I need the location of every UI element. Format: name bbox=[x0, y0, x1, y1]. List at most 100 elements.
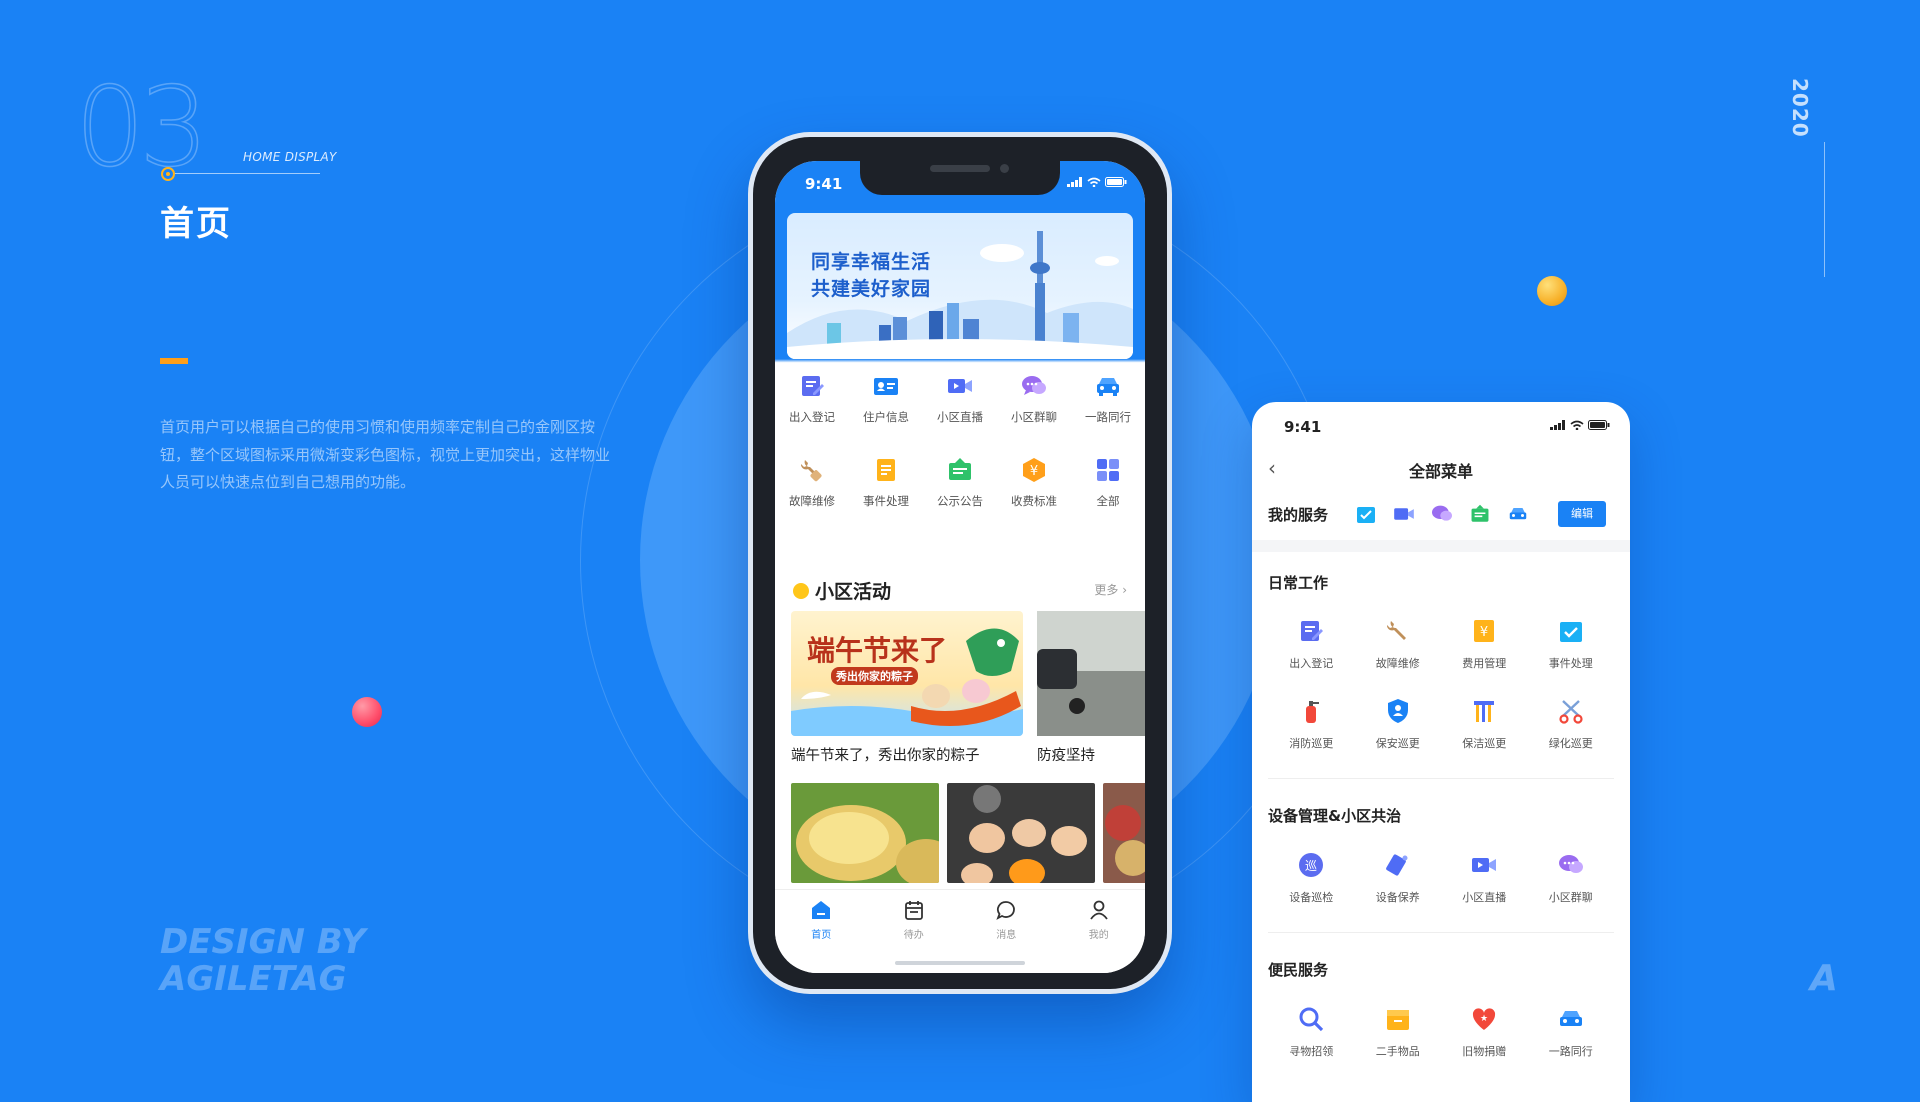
quick-label: 全部 bbox=[1096, 494, 1120, 508]
menu-item-carpool[interactable]: 一路同行 bbox=[1528, 1006, 1615, 1059]
menu-item-cleaning-patrol[interactable]: 保洁巡更 bbox=[1441, 698, 1528, 751]
card2-caption: 防疫坚持 bbox=[1037, 748, 1095, 764]
message-icon bbox=[996, 901, 1016, 920]
quick-item-notice[interactable]: 公示公告 bbox=[923, 457, 997, 509]
event-doc-icon bbox=[877, 459, 895, 481]
menu-item-group-chat[interactable]: 小区群聊 bbox=[1528, 852, 1615, 905]
tab-home[interactable]: 首页 bbox=[775, 890, 868, 973]
menu-item-fee-management[interactable]: ¥ 费用管理 bbox=[1441, 618, 1528, 671]
street-photo bbox=[1037, 611, 1145, 736]
signal-icon bbox=[1550, 420, 1565, 430]
chat-icon bbox=[1022, 376, 1046, 395]
menu-item-repair[interactable]: 故障维修 bbox=[1355, 618, 1442, 671]
menu-item-label: 绿化巡更 bbox=[1548, 737, 1593, 750]
status-icons bbox=[1067, 177, 1127, 187]
video-icon[interactable] bbox=[1390, 502, 1418, 526]
brand-letter: A bbox=[1810, 958, 1838, 999]
design-credit: DESIGN BY AGILETAG bbox=[160, 924, 365, 998]
activity-more-link[interactable]: 更多 › bbox=[1094, 581, 1127, 598]
quick-grid-row-2: 故障维修 事件处理 公示公告 ¥ 收费标准 全部 bbox=[775, 457, 1145, 509]
section-number: 03 bbox=[74, 63, 209, 191]
menu-item-label: 故障维修 bbox=[1375, 657, 1420, 670]
home-screen: 9:41 同享幸福生活 共建美好家园 出入登记 住户信息 小区直播 小区群聊 一… bbox=[775, 161, 1145, 973]
menu-item-device-inspection[interactable]: 巡 设备巡检 bbox=[1268, 852, 1355, 905]
home-banner[interactable]: 同享幸福生活 共建美好家园 bbox=[787, 213, 1133, 359]
activity-thumb-dates[interactable] bbox=[1103, 783, 1145, 883]
quick-item-all[interactable]: 全部 bbox=[1071, 457, 1145, 509]
menu-item-label: 一路同行 bbox=[1548, 1045, 1593, 1058]
section-divider bbox=[1268, 778, 1614, 779]
quick-item-resident-info[interactable]: 住户信息 bbox=[849, 373, 923, 425]
svg-text:巡: 巡 bbox=[1305, 859, 1317, 873]
activity-card-antiepidemic[interactable] bbox=[1037, 611, 1145, 736]
potatoes-photo bbox=[796, 805, 939, 883]
activity-thumb-potatoes[interactable] bbox=[791, 783, 939, 883]
tab-profile[interactable]: 我的 bbox=[1053, 890, 1146, 973]
section-underline bbox=[170, 173, 320, 174]
menu-item-greening-patrol[interactable]: 绿化巡更 bbox=[1528, 698, 1615, 751]
svg-text:★: ★ bbox=[1480, 1014, 1488, 1024]
menu-item-second-hand[interactable]: 二手物品 bbox=[1355, 1006, 1442, 1059]
wrench-icon bbox=[1386, 621, 1406, 640]
menu-item-label: 费用管理 bbox=[1462, 657, 1507, 670]
home-indicator bbox=[895, 961, 1025, 965]
checklist-icon bbox=[1559, 622, 1582, 642]
car-icon bbox=[1559, 1011, 1582, 1026]
calendar-icon bbox=[904, 901, 923, 920]
year-line bbox=[1824, 142, 1825, 277]
menu-item-label: 设备巡检 bbox=[1289, 891, 1334, 904]
cleaning-icon bbox=[1474, 701, 1495, 722]
id-card-icon bbox=[874, 378, 898, 395]
activity-title-icon bbox=[793, 583, 809, 599]
menu-item-donation[interactable]: ★ 旧物捐赠 bbox=[1441, 1006, 1528, 1059]
menu-item-lost-found[interactable]: 寻物招领 bbox=[1268, 1006, 1355, 1059]
menu-item-live[interactable]: 小区直播 bbox=[1441, 852, 1528, 905]
status-icons bbox=[1550, 420, 1610, 430]
quick-item-entry-register[interactable]: 出入登记 bbox=[775, 373, 849, 425]
card1-art-subtitle: 秀出你家的粽子 bbox=[831, 667, 918, 685]
svg-text:¥: ¥ bbox=[1030, 464, 1038, 479]
convenience-row: 寻物招领 二手物品 ★ 旧物捐赠 一路同行 bbox=[1268, 1006, 1614, 1059]
quick-item-live[interactable]: 小区直播 bbox=[923, 373, 997, 425]
chat-icon[interactable] bbox=[1428, 502, 1456, 526]
quick-item-fees[interactable]: ¥ 收费标准 bbox=[997, 457, 1071, 509]
credit-line1: DESIGN BY bbox=[160, 922, 366, 962]
menu-item-event[interactable]: 事件处理 bbox=[1528, 618, 1615, 671]
section-title-convenience: 便民服务 bbox=[1268, 961, 1329, 979]
menu-item-device-maintenance[interactable]: 设备保养 bbox=[1355, 852, 1442, 905]
page-title: 首页 bbox=[160, 204, 232, 244]
quick-item-group-chat[interactable]: 小区群聊 bbox=[997, 373, 1071, 425]
checklist-icon[interactable] bbox=[1352, 502, 1380, 526]
accent-bar bbox=[160, 358, 188, 364]
section-english-label: HOME DISPLAY bbox=[243, 150, 337, 164]
shield-user-icon bbox=[1387, 699, 1408, 723]
menu-item-label: 寻物招领 bbox=[1289, 1045, 1334, 1058]
heart-icon: ★ bbox=[1473, 1008, 1496, 1030]
edit-button[interactable]: 编辑 bbox=[1558, 501, 1606, 527]
activity-card-dragon-boat[interactable]: 端午节来了 秀出你家的粽子 bbox=[791, 611, 1023, 736]
page-description: 首页用户可以根据自己的使用习惯和使用频率定制自己的金刚区按钮，整个区域图标采用微… bbox=[160, 418, 611, 491]
yuan-doc-icon: ¥ bbox=[1474, 620, 1495, 642]
car-icon[interactable] bbox=[1504, 502, 1532, 526]
menu-item-fire-patrol[interactable]: 消防巡更 bbox=[1268, 698, 1355, 751]
menu-item-entry-register[interactable]: 出入登记 bbox=[1268, 618, 1355, 671]
patrol-icon: 巡 bbox=[1299, 853, 1324, 877]
phone-home-mockup: 9:41 同享幸福生活 共建美好家园 出入登记 住户信息 小区直播 小区群聊 一… bbox=[748, 132, 1172, 994]
menu-item-label: 事件处理 bbox=[1548, 657, 1593, 670]
notice-board-icon[interactable] bbox=[1466, 502, 1494, 526]
video-icon bbox=[948, 379, 972, 393]
my-services-icons bbox=[1352, 502, 1532, 526]
menu-item-security-patrol[interactable]: 保安巡更 bbox=[1355, 698, 1442, 751]
quick-label: 一路同行 bbox=[1085, 410, 1131, 424]
menu-item-label: 消防巡更 bbox=[1289, 737, 1334, 750]
quick-item-event[interactable]: 事件处理 bbox=[849, 457, 923, 509]
quick-label: 故障维修 bbox=[789, 494, 835, 508]
all-grid-icon bbox=[1097, 459, 1119, 481]
year-label: 2020 bbox=[1788, 78, 1812, 138]
menu-item-label: 小区群聊 bbox=[1548, 891, 1593, 904]
quick-item-carpool[interactable]: 一路同行 bbox=[1071, 373, 1145, 425]
quick-item-repair[interactable]: 故障维修 bbox=[775, 457, 849, 509]
menu-title: 全部菜单 bbox=[1408, 462, 1473, 481]
quick-label: 小区群聊 bbox=[1011, 410, 1057, 424]
activity-thumb-eggs[interactable] bbox=[947, 783, 1095, 883]
